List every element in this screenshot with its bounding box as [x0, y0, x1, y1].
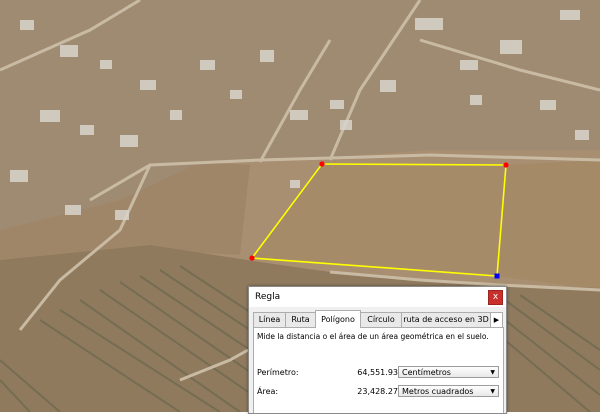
- tab-scroll-right-button[interactable]: ▶: [490, 312, 503, 328]
- polygon-vertex-handle[interactable]: [503, 162, 509, 168]
- perimeter-unit-select[interactable]: Centímetros ▼: [398, 366, 499, 378]
- close-button[interactable]: x: [488, 290, 503, 305]
- polygon-active-vertex-handle[interactable]: [494, 273, 500, 279]
- tab-bar: Línea Ruta Polígono Círculo ruta de acce…: [253, 310, 503, 328]
- chevron-down-icon: ▼: [490, 388, 495, 395]
- dialog-titlebar[interactable]: Regla x: [249, 287, 506, 307]
- area-value: 23,428.27: [357, 387, 398, 396]
- area-unit-value: Metros cuadrados: [402, 387, 474, 396]
- tab-circulo[interactable]: Círculo: [360, 312, 402, 327]
- perimeter-label: Perímetro:: [257, 368, 299, 377]
- tab-ruta[interactable]: Ruta: [285, 312, 316, 327]
- polygon-vertex-handle[interactable]: [249, 255, 255, 261]
- tool-description: Mide la distancia o el área de un área g…: [257, 332, 489, 341]
- chevron-down-icon: ▼: [490, 369, 495, 376]
- area-label: Área:: [257, 387, 279, 396]
- tab-poligono[interactable]: Polígono: [315, 310, 361, 328]
- tab-linea[interactable]: Línea: [253, 312, 286, 327]
- tab-ruta-3d[interactable]: ruta de acceso en 3D: [401, 312, 491, 327]
- dialog-title: Regla: [255, 292, 281, 302]
- ruler-dialog: Regla x Línea Ruta Polígono Círculo ruta…: [248, 286, 507, 414]
- perimeter-value: 64,551.93: [357, 368, 398, 377]
- area-unit-select[interactable]: Metros cuadrados ▼: [398, 385, 499, 397]
- perimeter-unit-value: Centímetros: [402, 368, 451, 377]
- close-icon: x: [492, 292, 499, 302]
- polygon-vertex-handle[interactable]: [319, 161, 325, 167]
- chevron-right-icon: ▶: [493, 316, 500, 324]
- polygon-tab-panel: Mide la distancia o el área de un área g…: [253, 327, 504, 413]
